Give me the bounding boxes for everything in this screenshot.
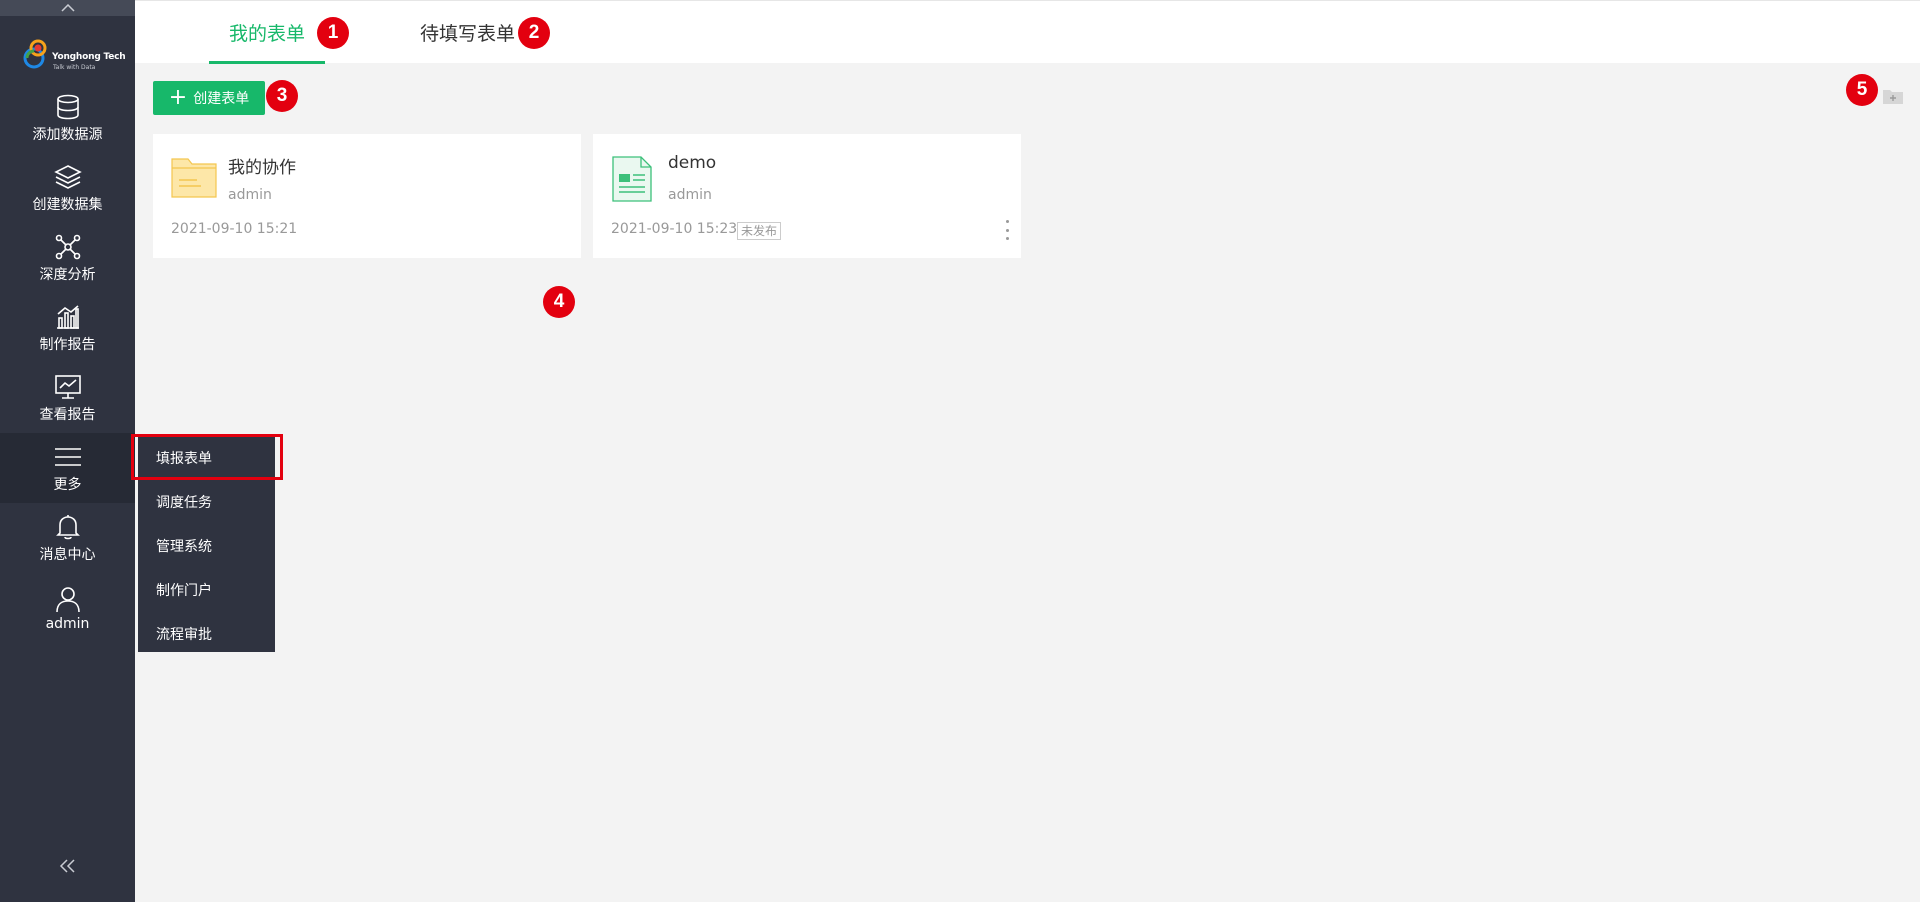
form-document-icon [611, 156, 653, 206]
sidebar-item-label: 创建数据集 [32, 197, 103, 213]
form-card-folder[interactable]: 我的协作 admin 2021-09-10 15:21 [153, 134, 581, 258]
card-title: demo [668, 153, 717, 173]
plus-icon: + [168, 85, 188, 110]
sidebar-item-view-report[interactable]: 查看报告 [0, 363, 135, 433]
menu-item-schedule-task[interactable]: 调度任务 [138, 481, 275, 525]
menu-icon [54, 442, 82, 472]
layers-icon [53, 162, 82, 192]
card-owner: admin [668, 187, 712, 203]
tab-my-forms[interactable]: 我的表单 [209, 1, 325, 64]
sidebar-item-message-center[interactable]: 消息中心 [0, 503, 135, 573]
sidebar-item-label: 查看报告 [39, 407, 96, 423]
callout-badge: 2 [518, 17, 550, 49]
sidebar-collapse-button[interactable] [0, 858, 135, 877]
sidebar-top-toggle[interactable] [0, 0, 135, 16]
menu-item-make-portal[interactable]: 制作门户 [138, 569, 275, 613]
callout-badge: 4 [543, 286, 575, 318]
logo-slogan: Talk with Data [53, 64, 96, 71]
sidebar-item-create-dataset[interactable]: 创建数据集 [0, 153, 135, 223]
sidebar-item-label: 更多 [53, 477, 82, 493]
chevron-up-icon [60, 4, 75, 12]
double-chevron-left-icon [59, 859, 75, 873]
top-tab-bar: 我的表单 待填写表单 [135, 0, 1920, 64]
new-folder-button[interactable] [1882, 87, 1904, 109]
folder-add-icon [1883, 90, 1903, 104]
sidebar-item-more[interactable]: 更多 [0, 433, 135, 503]
sidebar-item-label: admin [45, 616, 90, 632]
logo-ring-icon [23, 39, 47, 69]
status-badge: 未发布 [737, 222, 782, 240]
sidebar-item-user[interactable]: admin [0, 573, 135, 643]
card-title: 我的协作 [228, 158, 296, 178]
menu-item-admin-system[interactable]: 管理系统 [138, 525, 275, 569]
sidebar-item-deep-analysis[interactable]: 深度分析 [0, 223, 135, 293]
user-icon [54, 584, 82, 614]
callout-badge: 5 [1846, 74, 1878, 106]
sidebar: Yonghong Tech Talk with Data 添加数据源 创建数据集… [0, 0, 135, 902]
sidebar-item-make-report[interactable]: 制作报告 [0, 293, 135, 363]
sidebar-item-label: 深度分析 [39, 267, 96, 283]
network-icon [54, 232, 82, 262]
tab-pending-forms[interactable]: 待填写表单 [420, 1, 515, 64]
card-date: 2021-09-10 15:21 [171, 221, 298, 237]
more-options-icon[interactable] [1003, 220, 1011, 240]
database-icon [54, 92, 82, 122]
logo-brand: Yonghong Tech [52, 52, 126, 62]
sidebar-item-label: 制作报告 [39, 337, 96, 353]
card-date: 2021-09-10 15:23 [611, 221, 738, 237]
highlight-frame [131, 434, 283, 480]
callout-badge: 3 [266, 80, 298, 112]
monitor-chart-icon [54, 372, 82, 402]
create-form-button[interactable]: + 创建表单 [153, 81, 265, 115]
menu-item-process-approval[interactable]: 流程审批 [138, 613, 275, 657]
callout-badge: 1 [317, 17, 349, 49]
form-card-demo[interactable]: demo admin 2021-09-10 15:23 未发布 [593, 134, 1021, 258]
logo: Yonghong Tech Talk with Data [22, 32, 126, 76]
create-form-label: 创建表单 [193, 91, 250, 107]
sidebar-item-label: 消息中心 [39, 547, 96, 563]
sidebar-item-add-datasource[interactable]: 添加数据源 [0, 83, 135, 153]
bell-icon [54, 512, 82, 542]
folder-icon [171, 156, 217, 202]
bar-chart-icon [54, 302, 82, 332]
sidebar-item-label: 添加数据源 [32, 127, 103, 143]
card-owner: admin [228, 187, 272, 203]
